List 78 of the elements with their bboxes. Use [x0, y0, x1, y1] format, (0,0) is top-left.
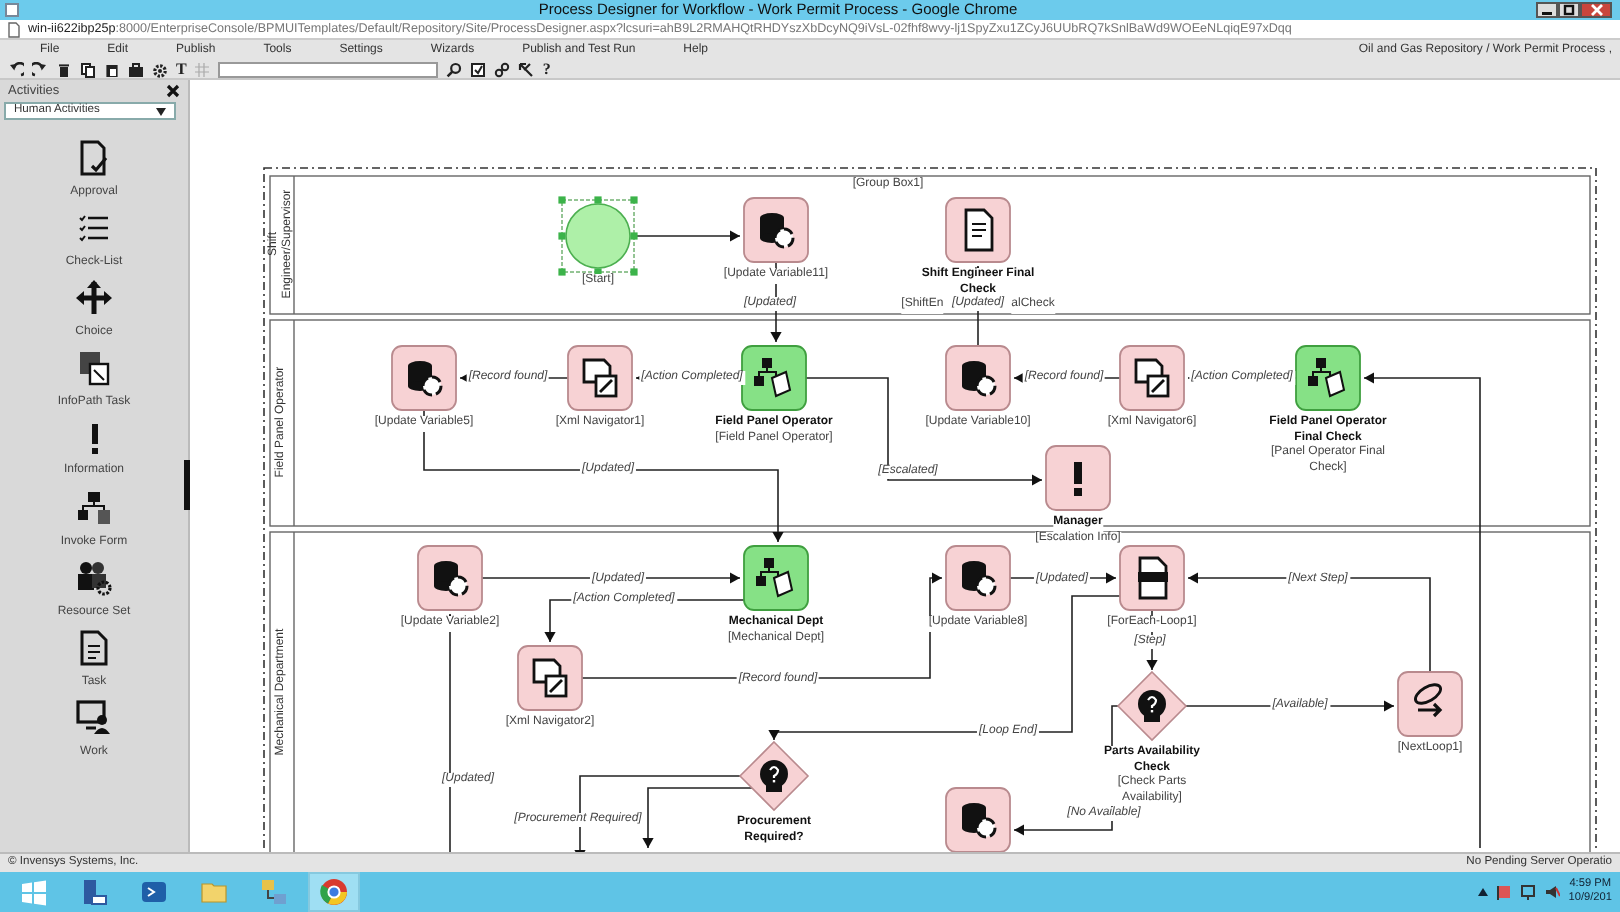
copy-icon[interactable]	[80, 61, 96, 77]
pointer-icon[interactable]	[518, 61, 535, 77]
xml-navigator-node[interactable]	[1119, 345, 1185, 411]
update-variable-node[interactable]	[391, 345, 457, 411]
start-node[interactable]	[558, 196, 638, 276]
help-button[interactable]: ?	[542, 60, 551, 78]
redo-icon[interactable]	[32, 61, 48, 77]
xml-navigator-node[interactable]	[517, 645, 583, 711]
information-node[interactable]	[1045, 445, 1111, 511]
up-arrow-icon[interactable]	[1478, 888, 1489, 896]
human-activity-node[interactable]	[1295, 345, 1361, 411]
search-icon[interactable]	[446, 61, 463, 77]
database-icon	[962, 561, 997, 597]
gear-icon[interactable]	[152, 61, 168, 77]
database-icon	[760, 213, 795, 249]
human-activity-node[interactable]	[743, 545, 809, 611]
update-variable-node[interactable]	[743, 197, 809, 263]
xml-navigator-node[interactable]	[567, 345, 633, 411]
update-variable-node[interactable]	[945, 545, 1011, 611]
people-gear-icon	[76, 560, 112, 596]
database-icon	[962, 803, 997, 839]
checkbox-icon[interactable]	[470, 61, 487, 77]
arrows-icon	[76, 280, 112, 316]
maximize-button[interactable]	[1558, 2, 1580, 18]
human-activity-node[interactable]	[741, 345, 807, 411]
connector-arrow	[633, 230, 741, 242]
browser-icon	[318, 876, 350, 908]
taskbar-app[interactable]	[308, 872, 360, 912]
document-check-icon	[76, 140, 112, 176]
org-chart-icon	[754, 358, 792, 398]
network-icon[interactable]	[1520, 884, 1537, 900]
close-icon[interactable]	[166, 84, 180, 98]
loop-node[interactable]	[1119, 545, 1185, 611]
loop-arrow-icon	[1414, 683, 1443, 718]
document-edit-icon	[1134, 358, 1170, 398]
network-tool-icon	[258, 876, 290, 908]
caret-icon	[156, 107, 166, 115]
monitor-person-icon	[76, 700, 112, 736]
form-node[interactable]	[945, 197, 1011, 263]
document-edit-icon	[582, 358, 618, 398]
document-icon	[1138, 556, 1168, 600]
decision-node[interactable]	[1116, 670, 1188, 742]
org-chart-icon	[756, 558, 794, 598]
link-icon[interactable]	[494, 61, 511, 77]
paste-icon[interactable]	[104, 61, 120, 77]
document-edit-icon	[532, 658, 568, 698]
decision-node[interactable]	[738, 740, 810, 812]
exclamation-icon	[91, 423, 97, 453]
text-tool[interactable]: T	[176, 60, 187, 78]
trash-icon[interactable]	[56, 61, 72, 77]
close-icon	[1589, 4, 1603, 16]
flag-icon[interactable]	[1496, 884, 1513, 900]
terminal-icon	[138, 876, 170, 908]
next-loop-node[interactable]	[1397, 671, 1463, 737]
question-head-icon	[760, 760, 788, 792]
update-variable-node[interactable]	[417, 545, 483, 611]
database-icon	[408, 361, 443, 397]
document-icon	[76, 630, 112, 666]
document-icon	[964, 208, 994, 252]
form-icon	[76, 350, 112, 386]
org-chart-icon	[1308, 358, 1346, 398]
exclamation-icon	[1074, 462, 1082, 496]
update-variable-node[interactable]	[945, 787, 1011, 852]
checklist-icon	[76, 210, 112, 246]
database-icon	[434, 561, 469, 597]
org-chart-icon	[76, 490, 112, 526]
close-button[interactable]	[1580, 2, 1612, 18]
update-variable-node[interactable]	[945, 345, 1011, 411]
search-field[interactable]	[218, 61, 439, 77]
maximize-icon	[1562, 4, 1576, 16]
database-icon	[962, 361, 997, 397]
server-icon	[78, 876, 110, 908]
windows-logo-icon	[18, 876, 50, 908]
speaker-icon[interactable]	[1544, 884, 1561, 900]
minimize-button[interactable]	[1536, 2, 1558, 18]
undo-icon[interactable]	[8, 61, 24, 77]
question-head-icon	[1138, 690, 1166, 722]
briefcase-icon[interactable]	[128, 61, 144, 77]
